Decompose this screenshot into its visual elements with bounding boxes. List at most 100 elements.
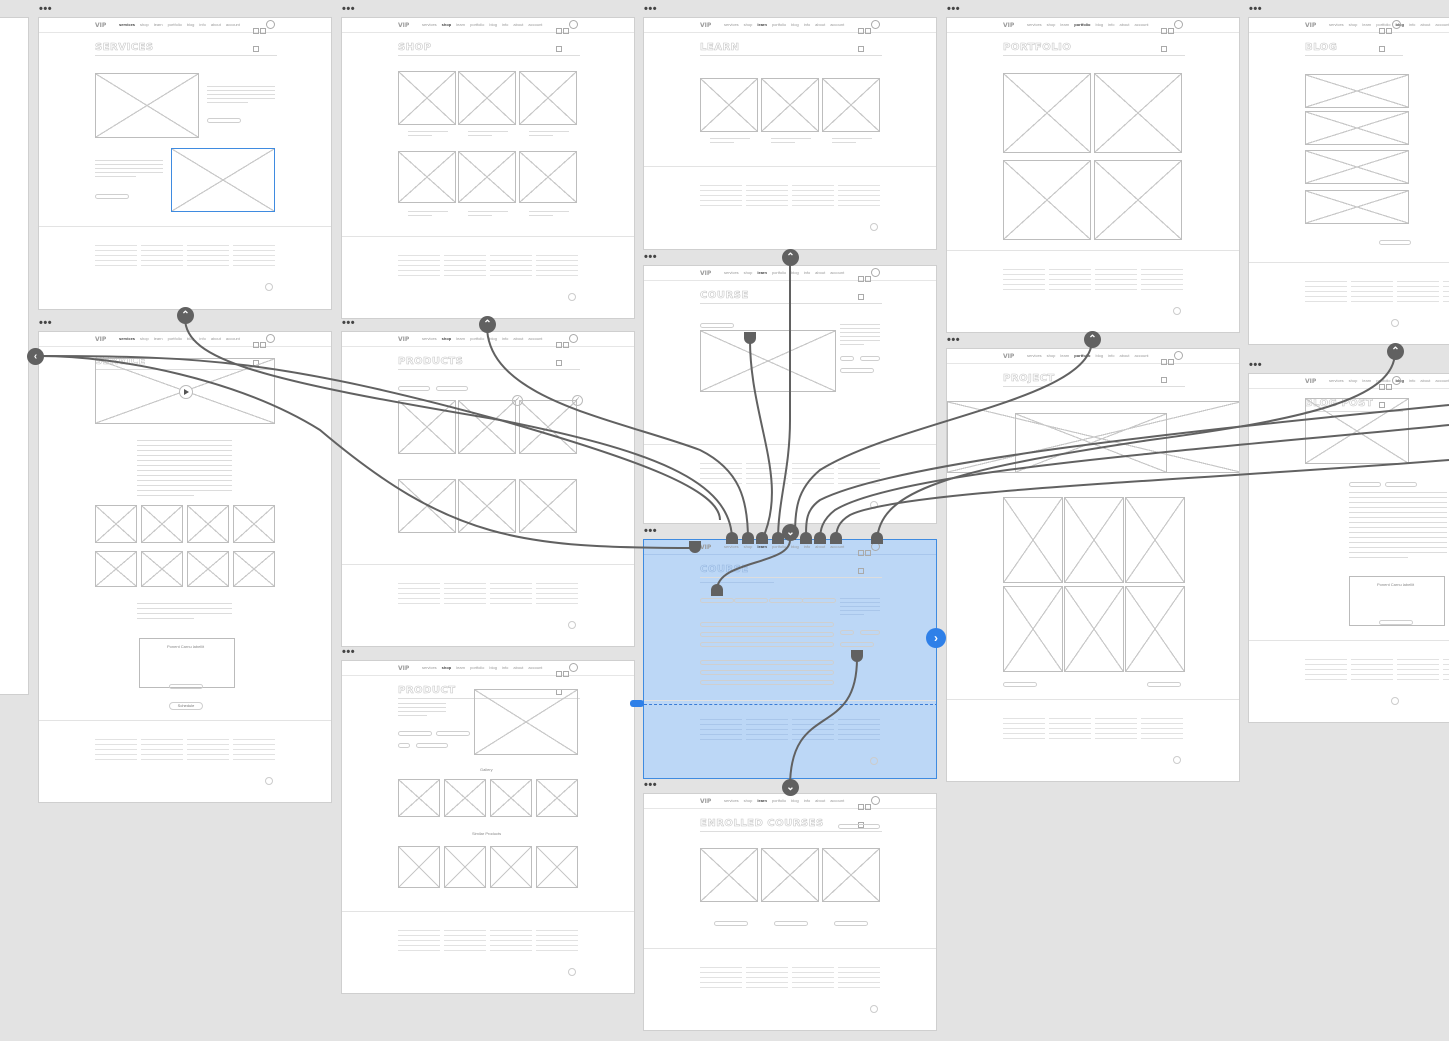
nav-item-learn[interactable]: learn (154, 336, 163, 341)
nav-item-services[interactable]: services (724, 544, 739, 549)
cart-icon[interactable] (865, 550, 871, 556)
nav-item-shop[interactable]: shop (744, 798, 753, 803)
button-placeholder[interactable] (840, 642, 874, 647)
nav-item-account[interactable]: account (528, 665, 542, 670)
button-placeholder[interactable] (398, 386, 430, 391)
nav-item-learn[interactable]: learn (1060, 353, 1069, 358)
connector-anchor[interactable] (756, 532, 768, 544)
button-placeholder[interactable] (860, 356, 880, 361)
bag-icon[interactable] (556, 46, 562, 52)
nav-item-learn[interactable]: learn (456, 665, 465, 670)
nav-item-info[interactable]: info (502, 665, 508, 670)
back-to-top-icon[interactable] (870, 223, 878, 231)
artboard-menu-icon[interactable]: ••• (644, 4, 657, 15)
nav-item-services[interactable]: services (724, 22, 739, 27)
search-icon[interactable] (1379, 384, 1385, 390)
nav-item-account[interactable]: account (830, 22, 844, 27)
nav-item-about[interactable]: about (815, 270, 825, 275)
artboard-project[interactable]: VIP services shop learn portfolio blog info abo… (946, 348, 1240, 782)
nav-item-account[interactable]: account (830, 798, 844, 803)
nav-item-services[interactable]: services (422, 336, 437, 341)
nav-item-learn[interactable]: learn (757, 22, 767, 27)
button-placeholder[interactable] (700, 598, 734, 603)
cart-icon[interactable] (260, 28, 266, 34)
bag-icon[interactable] (253, 46, 259, 52)
cart-icon[interactable] (1386, 384, 1392, 390)
artboard-course-selected[interactable]: VIP services shop learn portfolio blog info abo… (643, 539, 937, 779)
avatar-icon[interactable] (569, 20, 578, 29)
schedule-button[interactable]: Schedule (169, 702, 203, 710)
nav-item-blog[interactable]: blog (187, 22, 195, 27)
button-placeholder[interactable] (700, 622, 834, 627)
back-to-top-icon[interactable] (1391, 697, 1399, 705)
nav-item-info[interactable]: info (1409, 22, 1415, 27)
connector-anchor[interactable] (726, 532, 738, 544)
avatar-icon[interactable] (1174, 351, 1183, 360)
nav-item-about[interactable]: about (815, 544, 825, 549)
artboard-menu-icon[interactable]: ••• (342, 647, 355, 658)
nav-item-shop[interactable]: shop (442, 336, 452, 341)
artboard-menu-icon[interactable]: ••• (947, 335, 960, 346)
nav-item-account[interactable]: account (1435, 22, 1449, 27)
nav-item-learn[interactable]: learn (1060, 22, 1069, 27)
hotspot-handle[interactable] (630, 700, 644, 707)
nav-item-portfolio[interactable]: portfolio (772, 544, 786, 549)
nav-item-about[interactable]: about (1120, 353, 1130, 358)
nav-item-blog[interactable]: blog (489, 336, 497, 341)
artboard-menu-icon[interactable]: ••• (644, 780, 657, 791)
cart-icon[interactable] (1168, 28, 1174, 34)
nav-item-learn[interactable]: learn (154, 22, 163, 27)
artboard-products[interactable]: VIP services shop learn portfolio blog info abo… (341, 331, 635, 647)
avatar-icon[interactable] (266, 20, 275, 29)
button-placeholder[interactable] (398, 743, 410, 748)
nav-item-shop[interactable]: shop (744, 270, 753, 275)
nav-item-about[interactable]: about (815, 798, 825, 803)
nav-item-info[interactable]: info (1409, 378, 1415, 383)
nav-item-shop[interactable]: shop (1047, 353, 1056, 358)
artboard-product[interactable]: VIP services shop learn portfolio blog info abo… (341, 660, 635, 994)
connector-anchor[interactable] (814, 532, 826, 544)
nav-item-portfolio[interactable]: portfolio (1074, 353, 1090, 358)
button-placeholder[interactable] (700, 680, 834, 685)
nav-item-services[interactable]: services (1329, 378, 1344, 383)
nav-item-services[interactable]: services (724, 270, 739, 275)
nav-item-account[interactable]: account (1135, 22, 1149, 27)
artboard-menu-icon[interactable]: ••• (1249, 4, 1262, 15)
nav-item-portfolio[interactable]: portfolio (772, 798, 786, 803)
artboard-service[interactable]: VIP services shop learn portfolio blog info abo… (38, 331, 332, 803)
button-placeholder[interactable] (169, 684, 203, 689)
nav-item-blog[interactable]: blog (489, 665, 497, 670)
button-placeholder[interactable] (840, 630, 854, 635)
artboard-menu-icon[interactable]: ••• (947, 4, 960, 15)
nav-item-info[interactable]: info (1108, 353, 1114, 358)
button-placeholder[interactable] (1147, 682, 1181, 687)
artboard-menu-icon[interactable]: ••• (342, 318, 355, 329)
bag-icon[interactable] (1161, 377, 1167, 383)
nav-item-about[interactable]: about (513, 665, 523, 670)
connector-anchor[interactable] (711, 584, 723, 596)
nav-item-info[interactable]: info (199, 22, 205, 27)
chevron-up-icon[interactable]: ⌃ (782, 249, 799, 266)
chevron-left-icon[interactable]: ‹ (27, 348, 44, 365)
button-placeholder[interactable] (734, 598, 768, 603)
cart-icon[interactable] (563, 28, 569, 34)
nav-item-info[interactable]: info (1108, 22, 1114, 27)
chevron-up-icon[interactable]: ⌃ (177, 307, 194, 324)
button-placeholder[interactable] (398, 731, 432, 736)
button-placeholder[interactable] (802, 598, 836, 603)
search-icon[interactable] (556, 28, 562, 34)
nav-item-learn[interactable]: learn (757, 544, 767, 549)
bag-icon[interactable] (858, 294, 864, 300)
play-icon[interactable] (179, 385, 193, 399)
nav-item-learn[interactable]: learn (456, 336, 465, 341)
connector-anchor[interactable] (830, 532, 842, 544)
cart-icon[interactable] (1386, 28, 1392, 34)
button-placeholder[interactable] (834, 921, 868, 926)
nav-item-services[interactable]: services (1027, 353, 1042, 358)
nav-item-services[interactable]: services (1027, 22, 1042, 27)
button-placeholder[interactable] (774, 921, 808, 926)
nav-item-shop[interactable]: shop (140, 22, 149, 27)
chevron-up-icon[interactable]: ⌃ (1084, 331, 1101, 348)
search-icon[interactable] (1379, 28, 1385, 34)
back-to-top-icon[interactable] (870, 1005, 878, 1013)
